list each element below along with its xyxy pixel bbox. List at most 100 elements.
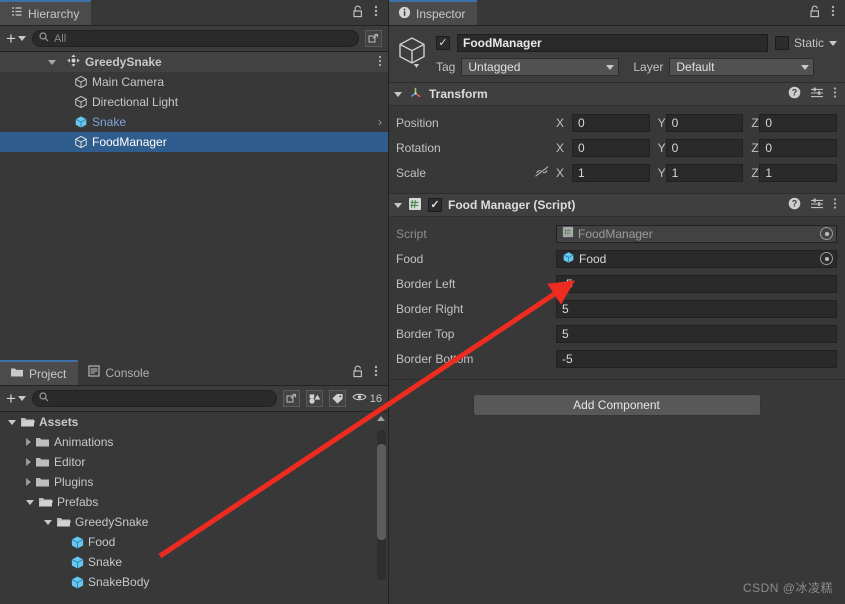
preset-icon[interactable] xyxy=(810,197,824,213)
lock-icon[interactable] xyxy=(352,365,364,381)
chevron-down-icon[interactable] xyxy=(48,59,56,65)
position-y-input[interactable]: 0 xyxy=(665,113,744,132)
project-item-plugins[interactable]: Plugins xyxy=(0,472,388,492)
scale-y-input[interactable]: 1 xyxy=(665,163,744,182)
tab-project[interactable]: Project xyxy=(0,360,79,385)
component-header-transform[interactable]: Transform ? xyxy=(388,82,845,106)
project-item-prefabs[interactable]: Prefabs xyxy=(0,492,388,512)
kebab-menu-icon[interactable] xyxy=(374,4,378,21)
chevron-right-icon[interactable] xyxy=(26,478,31,486)
kebab-menu-icon[interactable] xyxy=(374,364,378,381)
tag-value: Untagged xyxy=(468,60,521,74)
border-bottom-input[interactable]: -5 xyxy=(556,349,837,368)
scale-x-input[interactable]: 1 xyxy=(572,163,650,182)
hierarchy-toolbar: + All xyxy=(0,26,388,52)
help-icon[interactable]: ? xyxy=(788,197,801,213)
info-icon xyxy=(398,6,411,22)
help-icon[interactable]: ? xyxy=(788,86,801,102)
gameobject-enabled-checkbox[interactable]: ✓ xyxy=(436,36,450,50)
scale-z-input[interactable]: 1 xyxy=(759,163,838,182)
border-right-input[interactable]: 5 xyxy=(556,299,837,318)
rotation-z-input[interactable]: 0 xyxy=(759,138,838,157)
object-picker-icon[interactable] xyxy=(820,227,833,240)
project-scrollbar[interactable] xyxy=(377,430,386,580)
search-expand-icon[interactable] xyxy=(365,30,382,47)
project-item-snakebody[interactable]: SnakeBody xyxy=(0,572,388,592)
filter-by-type-icon[interactable] xyxy=(305,390,323,407)
project-search-input[interactable] xyxy=(31,390,277,407)
project-scrollbar-thumb[interactable] xyxy=(377,444,386,540)
food-manager-header-icons: ? xyxy=(788,197,837,213)
project-item-snake[interactable]: Snake xyxy=(0,552,388,572)
food-object-field[interactable]: Food xyxy=(556,249,837,268)
scroll-up-arrow[interactable] xyxy=(377,416,385,421)
visible-assets-count[interactable]: 16 xyxy=(352,392,382,405)
layer-dropdown[interactable]: Default xyxy=(669,58,815,76)
component-enabled-checkbox[interactable]: ✓ xyxy=(428,198,442,212)
project-item-animations[interactable]: Animations xyxy=(0,432,388,452)
kebab-menu-icon[interactable] xyxy=(833,86,837,102)
preset-icon[interactable] xyxy=(810,86,824,102)
script-row: Script FoodManager xyxy=(396,221,837,246)
chevron-right-icon[interactable]: › xyxy=(378,115,382,129)
border-top-input[interactable]: 5 xyxy=(556,324,837,343)
create-asset-button[interactable]: + xyxy=(6,390,26,407)
kebab-menu-icon[interactable] xyxy=(833,197,837,213)
lock-icon[interactable] xyxy=(352,5,364,21)
food-label: Food xyxy=(396,251,424,266)
chevron-right-icon[interactable] xyxy=(26,438,31,446)
project-item-greedysnake[interactable]: GreedySnake xyxy=(0,512,388,532)
tab-console[interactable]: Console xyxy=(78,360,161,385)
kebab-menu-icon[interactable] xyxy=(378,55,382,70)
hierarchy-item-snake[interactable]: Snake › xyxy=(0,112,388,132)
add-component-area: Add Component xyxy=(388,379,845,430)
static-label: Static xyxy=(793,36,824,50)
chevron-down-icon[interactable] xyxy=(44,519,52,525)
gameobject-name-input[interactable]: FoodManager xyxy=(457,34,768,52)
constrain-proportions-off-icon[interactable] xyxy=(534,165,556,181)
chevron-down-icon[interactable] xyxy=(8,419,16,425)
hierarchy-item-label: Directional Light xyxy=(92,95,179,109)
tab-inspector[interactable]: Inspector xyxy=(388,0,478,25)
chevron-down-icon[interactable] xyxy=(26,499,34,505)
kebab-menu-icon[interactable] xyxy=(831,4,835,21)
project-tabbar: Project Console xyxy=(0,360,388,386)
project-item-food[interactable]: Food xyxy=(0,532,388,552)
tab-hierarchy[interactable]: Hierarchy xyxy=(0,0,92,25)
rotation-x-input[interactable]: 0 xyxy=(572,138,650,157)
hierarchy-item-main-camera[interactable]: Main Camera xyxy=(0,72,388,92)
create-gameobject-button[interactable]: + xyxy=(6,30,26,47)
static-toggle[interactable]: Static xyxy=(774,36,837,50)
chevron-down-icon[interactable] xyxy=(394,202,402,208)
position-z-input[interactable]: 0 xyxy=(759,113,838,132)
chevron-down-icon[interactable] xyxy=(394,91,402,97)
filter-by-label-icon[interactable] xyxy=(328,390,346,407)
object-picker-icon[interactable] xyxy=(820,252,833,265)
project-item-label: Prefabs xyxy=(57,495,99,509)
project-item-editor[interactable]: Editor xyxy=(0,452,388,472)
component-header-food-manager[interactable]: ✓ Food Manager (Script) ? xyxy=(388,193,845,217)
rotation-y-input[interactable]: 0 xyxy=(665,138,744,157)
inspector-tab-icons xyxy=(803,0,845,25)
script-label: Script xyxy=(396,226,427,241)
tab-hierarchy-label: Hierarchy xyxy=(28,6,80,21)
hierarchy-item-directional-light[interactable]: Directional Light xyxy=(0,92,388,112)
chevron-down-icon xyxy=(801,64,810,70)
hierarchy-item-greedysnake[interactable]: GreedySnake xyxy=(0,52,388,72)
project-item-assets[interactable]: Assets xyxy=(0,412,388,432)
food-manager-body: Script FoodManager Food Food Border Left… xyxy=(388,217,845,379)
lock-icon[interactable] xyxy=(809,5,821,21)
tag-dropdown[interactable]: Untagged xyxy=(461,58,620,76)
border-left-input[interactable]: -5 xyxy=(556,274,837,293)
add-component-button[interactable]: Add Component xyxy=(472,394,761,416)
chevron-down-icon[interactable] xyxy=(829,40,837,46)
project-item-label: Food xyxy=(88,535,116,549)
position-x-input[interactable]: 0 xyxy=(572,113,650,132)
chevron-right-icon[interactable] xyxy=(26,458,31,466)
panel-divider[interactable] xyxy=(388,0,389,604)
tabbar-spacer xyxy=(161,360,346,385)
static-checkbox[interactable] xyxy=(774,36,789,50)
hierarchy-item-foodmanager[interactable]: FoodManager xyxy=(0,132,388,152)
hierarchy-search-input[interactable]: All xyxy=(31,30,359,47)
search-expand-icon[interactable] xyxy=(282,390,300,407)
